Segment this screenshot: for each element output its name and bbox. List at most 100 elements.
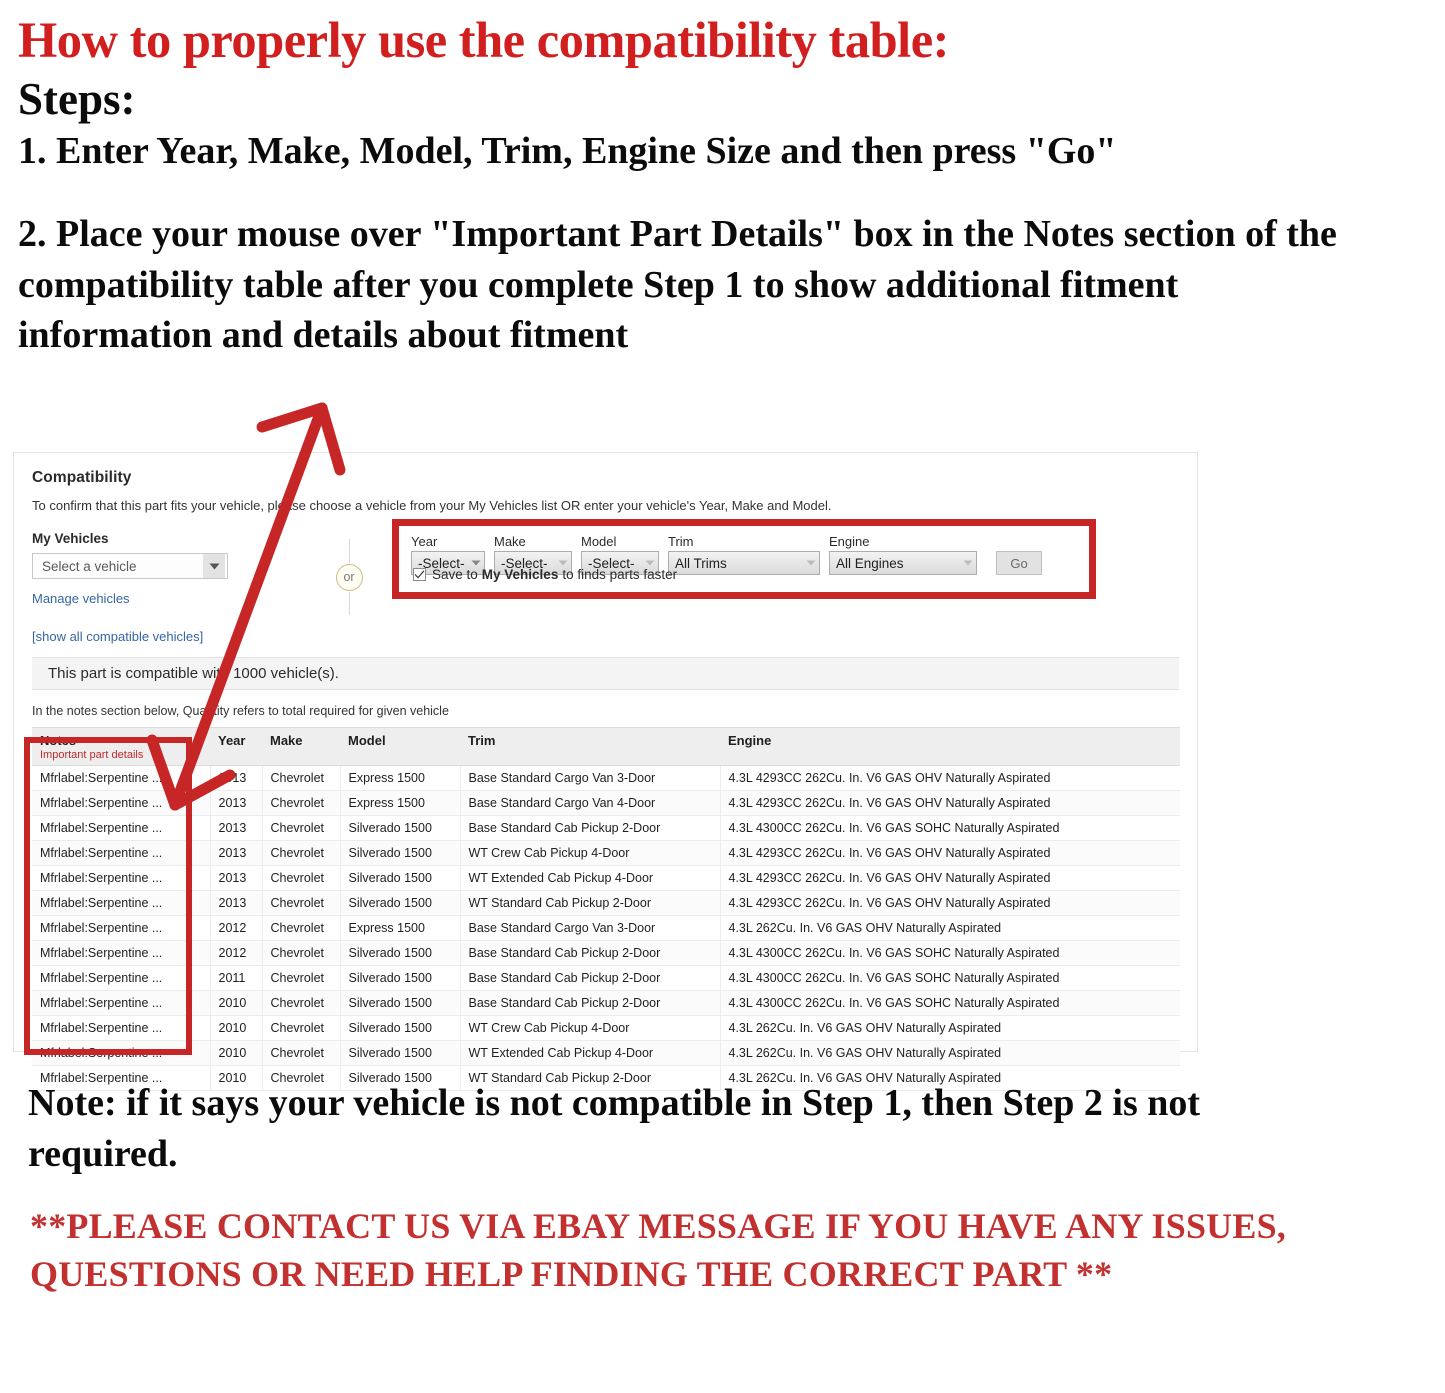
cell-make: Chevrolet <box>262 865 341 891</box>
or-divider: or <box>322 539 376 615</box>
cell-model: Silverado 1500 <box>340 890 461 916</box>
step-one-text: 1. Enter Year, Make, Model, Trim, Engine… <box>18 129 1117 172</box>
cell-notes[interactable]: Mfrlabel:Serpentine ... <box>32 765 211 791</box>
cell-model: Silverado 1500 <box>340 965 461 991</box>
make-label: Make <box>494 534 526 549</box>
cell-engine: 4.3L 4300CC 262Cu. In. V6 GAS SOHC Natur… <box>720 940 1180 966</box>
trim-select-value: All Trims <box>675 555 727 571</box>
cell-engine: 4.3L 4293CC 262Cu. In. V6 GAS OHV Natura… <box>720 790 1180 816</box>
engine-label: Engine <box>829 534 870 549</box>
cell-trim: Base Standard Cab Pickup 2-Door <box>460 965 721 991</box>
my-vehicles-select-value: Select a vehicle <box>42 558 137 574</box>
cell-model: Silverado 1500 <box>340 940 461 966</box>
engine-select[interactable]: All Engines <box>829 551 977 575</box>
cell-notes[interactable]: Mfrlabel:Serpentine ... <box>32 865 211 891</box>
cell-engine: 4.3L 4300CC 262Cu. In. V6 GAS SOHC Natur… <box>720 990 1180 1016</box>
cell-trim: Base Standard Cargo Van 3-Door <box>460 915 721 941</box>
chevron-down-icon <box>806 560 816 566</box>
model-label: Model <box>581 534 617 549</box>
table-row: Mfrlabel:Serpentine ... 2012 Chevrolet Expr… <box>32 915 1180 941</box>
cell-make: Chevrolet <box>262 965 341 991</box>
compatibility-panel: Compatibility To confirm that this part … <box>13 452 1198 1091</box>
cell-notes[interactable]: Mfrlabel:Serpentine ... <box>32 1040 211 1066</box>
trim-label: Trim <box>668 534 694 549</box>
cell-notes[interactable]: Mfrlabel:Serpentine ... <box>32 790 211 816</box>
or-divider-line-bottom <box>348 591 350 615</box>
cell-make: Chevrolet <box>262 840 341 866</box>
cell-year: 2011 <box>210 965 263 991</box>
cell-notes[interactable]: Mfrlabel:Serpentine ... <box>32 940 211 966</box>
chevron-down-icon <box>203 554 225 578</box>
cell-trim: WT Crew Cab Pickup 4-Door <box>460 840 721 866</box>
save-vehicle-checkbox[interactable] <box>413 568 426 581</box>
year-label: Year <box>411 534 438 549</box>
cell-year: 2010 <box>210 1040 263 1066</box>
cell-engine: 4.3L 4293CC 262Cu. In. V6 GAS OHV Natura… <box>720 865 1180 891</box>
cell-notes[interactable]: Mfrlabel:Serpentine ... <box>32 840 211 866</box>
or-divider-line-top <box>348 539 350 563</box>
cell-engine: 4.3L 262Cu. In. V6 GAS OHV Naturally Asp… <box>720 1015 1180 1041</box>
cell-trim: WT Extended Cab Pickup 4-Door <box>460 865 721 891</box>
cell-model: Express 1500 <box>340 790 461 816</box>
cell-trim: WT Crew Cab Pickup 4-Door <box>460 1015 721 1041</box>
cell-make: Chevrolet <box>262 815 341 841</box>
cell-notes[interactable]: Mfrlabel:Serpentine ... <box>32 1015 211 1041</box>
cell-notes[interactable]: Mfrlabel:Serpentine ... <box>32 965 211 991</box>
save-checkbox-text-bold: My Vehicles <box>481 567 559 582</box>
manage-vehicles-link[interactable]: Manage vehicles <box>32 591 290 606</box>
cell-engine: 4.3L 262Cu. In. V6 GAS OHV Naturally Asp… <box>720 1040 1180 1066</box>
contact-text: **PLEASE CONTACT US VIA EBAY MESSAGE IF … <box>30 1206 1287 1294</box>
engine-field: Engine All Engines <box>829 534 977 575</box>
column-header-notes[interactable]: Notes Important part details <box>32 727 210 766</box>
cell-make: Chevrolet <box>262 1040 341 1066</box>
cell-year: 2013 <box>210 815 263 841</box>
page-title: How to properly use the compatibility ta… <box>18 13 949 69</box>
trim-select[interactable]: All Trims <box>668 551 820 575</box>
table-row: Mfrlabel:Serpentine ... 2010 Chevrolet Silv… <box>32 990 1180 1016</box>
fitment-table-header-row: Notes Important part details Year Make M… <box>32 727 1180 766</box>
cell-model: Silverado 1500 <box>340 990 461 1016</box>
cell-make: Chevrolet <box>262 890 341 916</box>
quantity-note: In the notes section below, Quantity ref… <box>32 704 449 718</box>
cell-year: 2012 <box>210 940 263 966</box>
table-row: Mfrlabel:Serpentine ... 2013 Chevrolet Silv… <box>32 890 1180 916</box>
table-row: Mfrlabel:Serpentine ... 2011 Chevrolet Silv… <box>32 965 1180 991</box>
chevron-down-icon <box>645 560 655 566</box>
save-to-my-vehicles-row[interactable]: Save to My Vehicles to finds parts faste… <box>413 567 677 582</box>
column-header-trim[interactable]: Trim <box>460 727 720 766</box>
table-row: Mfrlabel:Serpentine ... 2013 Chevrolet Expr… <box>32 790 1180 816</box>
go-button[interactable]: Go <box>996 551 1042 575</box>
cell-engine: 4.3L 4293CC 262Cu. In. V6 GAS OHV Natura… <box>720 765 1180 791</box>
cell-make: Chevrolet <box>262 940 341 966</box>
cell-trim: Base Standard Cargo Van 3-Door <box>460 765 721 791</box>
note-text: Note: if it says your vehicle is not com… <box>28 1082 1201 1175</box>
chevron-down-icon <box>471 560 481 566</box>
show-all-compatible-vehicles-link[interactable]: [show all compatible vehicles] <box>32 629 1179 644</box>
cell-engine: 4.3L 262Cu. In. V6 GAS OHV Naturally Asp… <box>720 915 1180 941</box>
step-two-text: 2. Place your mouse over "Important Part… <box>18 213 1337 357</box>
cell-engine: 4.3L 4300CC 262Cu. In. V6 GAS SOHC Natur… <box>720 965 1180 991</box>
my-vehicles-label: My Vehicles <box>32 531 109 546</box>
cell-trim: WT Extended Cab Pickup 4-Door <box>460 1040 721 1066</box>
cell-model: Express 1500 <box>340 915 461 941</box>
cell-year: 2013 <box>210 865 263 891</box>
cell-year: 2013 <box>210 790 263 816</box>
column-header-engine[interactable]: Engine <box>720 727 1180 766</box>
table-row: Mfrlabel:Serpentine ... 2013 Chevrolet Expr… <box>32 765 1180 791</box>
cell-engine: 4.3L 4293CC 262Cu. In. V6 GAS OHV Natura… <box>720 840 1180 866</box>
column-header-make[interactable]: Make <box>262 727 340 766</box>
cell-year: 2010 <box>210 990 263 1016</box>
or-badge: or <box>335 563 363 591</box>
table-row: Mfrlabel:Serpentine ... 2010 Chevrolet Silv… <box>32 1015 1180 1041</box>
column-header-year[interactable]: Year <box>210 727 262 766</box>
cell-notes[interactable]: Mfrlabel:Serpentine ... <box>32 815 211 841</box>
vehicle-chooser-row: My Vehicles Select a vehicle Manage vehi… <box>32 519 1179 617</box>
important-part-details-label[interactable]: Important part details <box>40 749 202 761</box>
compatibility-subtitle: To confirm that this part fits your vehi… <box>32 498 832 513</box>
cell-year: 2010 <box>210 1015 263 1041</box>
column-header-model[interactable]: Model <box>340 727 460 766</box>
my-vehicles-select[interactable]: Select a vehicle <box>32 553 228 579</box>
cell-notes[interactable]: Mfrlabel:Serpentine ... <box>32 990 211 1016</box>
cell-notes[interactable]: Mfrlabel:Serpentine ... <box>32 915 211 941</box>
cell-notes[interactable]: Mfrlabel:Serpentine ... <box>32 890 211 916</box>
